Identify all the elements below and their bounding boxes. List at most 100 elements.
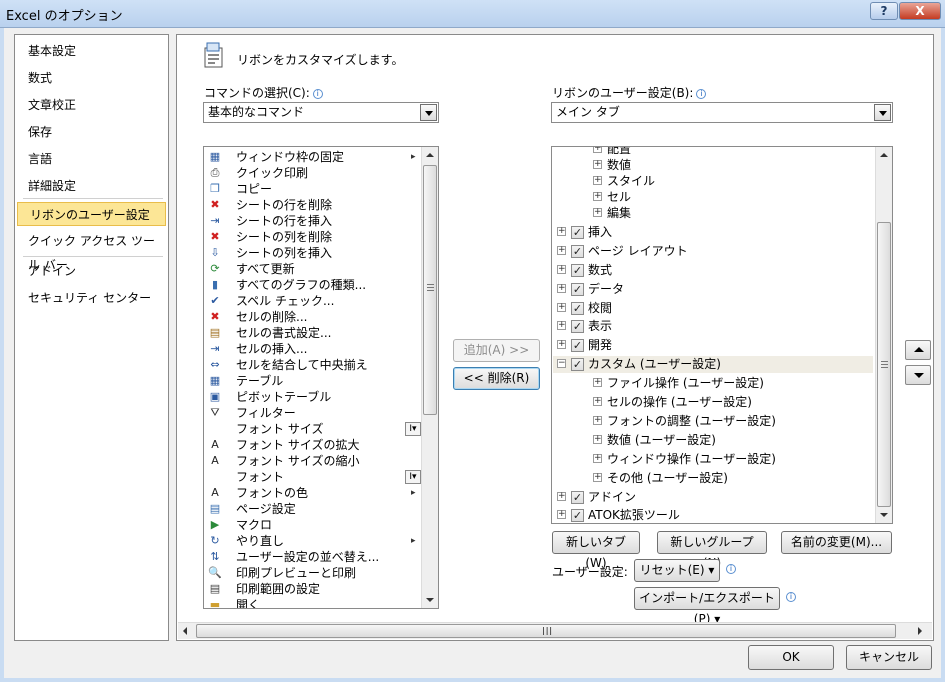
tab-checkbox[interactable]: ✓ bbox=[571, 282, 584, 296]
expand-icon[interactable]: + bbox=[593, 147, 602, 153]
command-item[interactable]: A フォント サイズの拡大 bbox=[206, 437, 421, 453]
scroll-down-icon[interactable] bbox=[422, 592, 438, 608]
command-item[interactable]: ▣ ピボットテーブル bbox=[206, 389, 421, 405]
expand-icon[interactable]: + bbox=[557, 283, 566, 293]
ribbon-tree-node[interactable]: + ✓ 挿入 bbox=[553, 224, 873, 241]
nav-item-general[interactable]: 基本設定 bbox=[16, 39, 166, 63]
command-item[interactable]: ⇥ セルの挿入... bbox=[206, 341, 421, 357]
tab-checkbox[interactable]: ✓ bbox=[571, 490, 584, 504]
ribbon-tree-node[interactable]: + その他 (ユーザー設定) bbox=[553, 470, 873, 487]
nav-item-trust-center[interactable]: セキュリティ センター bbox=[16, 286, 166, 310]
expand-icon[interactable]: + bbox=[557, 510, 566, 520]
expand-icon[interactable]: + bbox=[593, 176, 602, 185]
tab-checkbox[interactable]: ✓ bbox=[571, 320, 584, 334]
new-tab-button[interactable]: 新しいタブ(W) bbox=[552, 531, 640, 570]
ribbon-tree-node[interactable]: + ✓ 表示 bbox=[553, 318, 873, 335]
command-item[interactable]: 🔍 印刷プレビューと印刷 bbox=[206, 565, 421, 581]
expand-icon[interactable]: + bbox=[593, 453, 602, 463]
command-item[interactable]: ✔ スペル チェック... bbox=[206, 293, 421, 309]
scroll-thumb[interactable] bbox=[877, 222, 891, 507]
command-item[interactable]: ✖ シートの列を削除 bbox=[206, 229, 421, 245]
ribbon-tree-node[interactable]: − ✓ カスタム (ユーザー設定) bbox=[553, 356, 873, 374]
tab-checkbox[interactable]: ✓ bbox=[571, 244, 584, 258]
chevron-down-icon[interactable] bbox=[420, 104, 437, 121]
rename-button[interactable]: 名前の変更(M)... bbox=[781, 531, 892, 554]
ribbon-tree-node[interactable]: + 数値 (ユーザー設定) bbox=[553, 432, 873, 449]
command-source-select[interactable]: 基本的なコマンド bbox=[203, 102, 439, 123]
ok-button[interactable]: OK bbox=[748, 645, 834, 670]
ribbon-tree-node[interactable]: + ✓ アドイン bbox=[553, 489, 873, 506]
command-item[interactable]: ▬ 開く bbox=[206, 597, 421, 608]
command-item[interactable]: ▦ ウィンドウ枠の固定 ▸ bbox=[206, 149, 421, 165]
ribbon-tree-node[interactable]: + ✓ 数式 bbox=[553, 262, 873, 279]
expand-icon[interactable]: + bbox=[593, 397, 602, 406]
chevron-down-icon[interactable] bbox=[874, 104, 891, 121]
expand-icon[interactable]: + bbox=[593, 472, 602, 482]
command-item[interactable]: ▤ セルの書式設定... bbox=[206, 325, 421, 341]
panel-horizontal-scrollbar[interactable]: ||| bbox=[178, 622, 932, 639]
expand-icon[interactable]: + bbox=[593, 192, 602, 201]
ribbon-tree-node[interactable]: + セルの操作 (ユーザー設定) bbox=[553, 394, 873, 411]
nav-item-save[interactable]: 保存 bbox=[16, 120, 166, 144]
reset-button[interactable]: リセット(E) ▾ bbox=[634, 559, 720, 582]
expand-icon[interactable]: + bbox=[593, 378, 602, 388]
command-item[interactable]: ❐ コピー bbox=[206, 181, 421, 197]
command-item[interactable]: ⛛ フィルター bbox=[206, 405, 421, 421]
command-item[interactable]: ▦ テーブル bbox=[206, 373, 421, 389]
command-list-scrollbar[interactable] bbox=[421, 147, 438, 608]
tab-checkbox[interactable]: ✓ bbox=[571, 339, 584, 353]
move-down-button[interactable] bbox=[905, 365, 931, 385]
expand-icon[interactable]: + bbox=[593, 434, 602, 444]
scroll-up-icon[interactable] bbox=[422, 147, 438, 163]
command-item[interactable]: ✖ シートの行を削除 bbox=[206, 197, 421, 213]
collapse-icon[interactable]: − bbox=[557, 359, 566, 369]
command-item[interactable]: ⎙ クイック印刷 bbox=[206, 165, 421, 181]
command-item[interactable]: ⇥ シートの行を挿入 bbox=[206, 213, 421, 229]
ribbon-tree-node[interactable]: + 数値 bbox=[553, 157, 873, 174]
ribbon-tree-scrollbar[interactable] bbox=[875, 147, 892, 523]
cancel-button[interactable]: キャンセル bbox=[846, 645, 932, 670]
tab-checkbox[interactable]: ✓ bbox=[571, 263, 584, 277]
scroll-thumb[interactable] bbox=[423, 165, 437, 415]
expand-icon[interactable]: + bbox=[557, 302, 566, 312]
expand-icon[interactable]: + bbox=[557, 491, 566, 501]
command-item[interactable]: ⇅ ユーザー設定の並べ替え... bbox=[206, 549, 421, 565]
tab-checkbox[interactable]: ✓ bbox=[571, 225, 584, 239]
nav-item-quick-access-toolbar[interactable]: クイック アクセス ツール バー bbox=[16, 229, 166, 272]
scroll-up-icon[interactable] bbox=[876, 147, 892, 163]
remove-button[interactable]: << 削除(R) bbox=[453, 367, 540, 390]
command-item[interactable]: ↻ やり直し ▸ bbox=[206, 533, 421, 549]
tab-checkbox[interactable]: ✓ bbox=[571, 509, 584, 523]
expand-icon[interactable]: + bbox=[593, 160, 602, 169]
command-item[interactable]: フォント サイズ I▾ bbox=[206, 421, 421, 437]
close-button[interactable]: X bbox=[899, 2, 941, 20]
ribbon-tree-node[interactable]: + スタイル bbox=[553, 173, 873, 190]
expand-icon[interactable]: + bbox=[593, 208, 602, 217]
expand-icon[interactable]: + bbox=[557, 264, 566, 274]
command-list[interactable]: ▦ ウィンドウ枠の固定 ▸ ⎙ クイック印刷 ❐ コピー ✖ シートの行を削除 ⇥ シートの行を挿入… bbox=[203, 146, 439, 609]
ribbon-tree-node[interactable]: + ✓ ATOK拡張ツール bbox=[553, 507, 873, 523]
command-item[interactable]: ▮ すべてのグラフの種類... bbox=[206, 277, 421, 293]
command-item[interactable]: ✖ セルの削除... bbox=[206, 309, 421, 325]
nav-item-addins[interactable]: アドイン bbox=[16, 259, 166, 283]
nav-item-formulas[interactable]: 数式 bbox=[16, 66, 166, 90]
help-button[interactable]: ? bbox=[870, 2, 898, 20]
command-item[interactable]: ⇔ セルを結合して中央揃え bbox=[206, 357, 421, 373]
command-item[interactable]: A フォントの色 ▸ bbox=[206, 485, 421, 501]
tab-checkbox[interactable]: ✓ bbox=[571, 358, 584, 372]
nav-item-customize-ribbon[interactable]: リボンのユーザー設定 bbox=[17, 202, 166, 226]
command-item[interactable]: フォント I▾ bbox=[206, 469, 421, 485]
ribbon-tree-node[interactable]: + セル bbox=[553, 189, 873, 206]
ribbon-tree-node[interactable]: + フォントの調整 (ユーザー設定) bbox=[553, 413, 873, 430]
command-item[interactable]: ▤ ページ設定 bbox=[206, 501, 421, 517]
ribbon-tree-node[interactable]: + ✓ 校閲 bbox=[553, 300, 873, 317]
ribbon-tree-node[interactable]: + ✓ データ bbox=[553, 281, 873, 298]
ribbon-target-select[interactable]: メイン タブ bbox=[551, 102, 893, 123]
ribbon-tree-node[interactable]: + 編集 bbox=[553, 205, 873, 222]
ribbon-tree-node[interactable]: + ✓ 開発 bbox=[553, 337, 873, 354]
add-button[interactable]: 追加(A) >> bbox=[453, 339, 540, 362]
ribbon-tree[interactable]: + 配置 + 数値 + スタイル + セル + 編集 + ✓ 挿入 + ✓ ページ レイアウト + ✓ 数式 + ✓ デー… bbox=[551, 146, 893, 524]
tab-checkbox[interactable]: ✓ bbox=[571, 301, 584, 315]
command-item[interactable]: A フォント サイズの縮小 bbox=[206, 453, 421, 469]
nav-item-language[interactable]: 言語 bbox=[16, 147, 166, 171]
